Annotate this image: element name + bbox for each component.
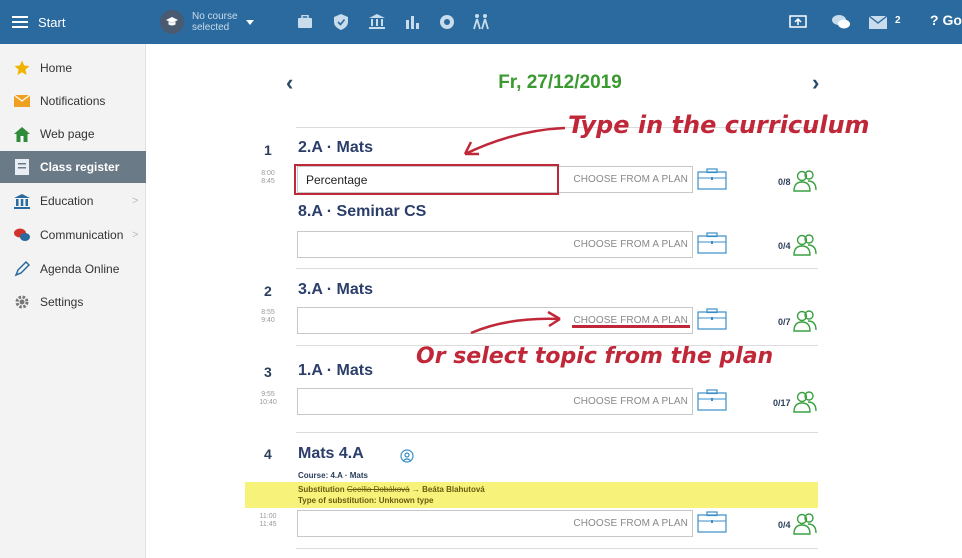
briefcase-icon[interactable] <box>697 232 727 254</box>
choose-from-plan-link[interactable]: CHOOSE FROM A PLAN <box>573 518 688 529</box>
top-bar: Start No course selected 2 ? Go <box>0 0 962 44</box>
mail-count-badge: 2 <box>895 15 901 26</box>
start-menu[interactable]: Start <box>0 0 146 44</box>
briefcase-icon[interactable] <box>697 389 727 411</box>
mail-icon[interactable] <box>868 13 888 31</box>
lesson-number: 4 <box>264 446 272 462</box>
lesson-time: 8:55 9:40 <box>261 309 275 324</box>
topic-input[interactable]: CHOOSE FROM A PLAN <box>297 510 693 537</box>
start-label: Start <box>38 14 66 30</box>
sidebar-item-home[interactable]: Home <box>0 54 146 82</box>
topic-input[interactable]: CHOOSE FROM A PLAN <box>297 388 693 415</box>
gear-icon <box>13 294 31 310</box>
headset-icon[interactable] <box>400 449 414 468</box>
people-icon[interactable] <box>793 513 817 535</box>
divider <box>296 432 818 433</box>
people-icon[interactable] <box>793 310 817 332</box>
annotation-arrow-icon <box>463 126 566 156</box>
choose-from-plan-link[interactable]: CHOOSE FROM A PLAN <box>573 174 688 185</box>
lesson-title: 8.A · Seminar CS <box>298 203 427 220</box>
choose-from-plan-link[interactable]: CHOOSE FROM A PLAN <box>573 239 688 250</box>
sidebar-item-notifications[interactable]: Notifications <box>0 87 146 115</box>
people-icon[interactable] <box>793 170 817 192</box>
chevron-down-icon <box>245 19 254 25</box>
sidebar-item-class-register[interactable]: Class register <box>0 151 146 183</box>
briefcase-icon[interactable] <box>697 168 727 190</box>
people-icon[interactable] <box>793 391 817 413</box>
date-navigation: ‹ Fr, 27/12/2019 › <box>280 70 840 100</box>
people-walk-icon[interactable] <box>470 13 492 31</box>
graduation-cap-icon <box>160 10 184 34</box>
annotation-select-plan: Or select topic from the plan <box>416 344 774 369</box>
highlight-box <box>294 164 559 195</box>
attendance-count: 0/4 <box>778 241 791 251</box>
substitution-notice: Substitution Cecília Dobáková → Beáta Bl… <box>245 482 818 508</box>
star-icon <box>13 60 31 76</box>
sidebar-item-communication[interactable]: Communication > <box>0 221 146 249</box>
chevron-right-icon: > <box>132 229 139 241</box>
chat-icon <box>13 227 31 243</box>
lesson-time: 9:55 10:40 <box>259 391 277 406</box>
lesson-title: 3.A · Mats <box>298 281 373 298</box>
sidebar: Home Notifications Web page Class regist… <box>0 44 146 558</box>
page-title: Fr, 27/12/2019 <box>498 72 622 93</box>
annotation-underline <box>572 325 690 328</box>
chevron-right-icon: > <box>132 195 139 207</box>
divider <box>296 548 818 549</box>
lesson-time: 11:00 11:45 <box>259 513 277 528</box>
briefcase-icon[interactable] <box>296 13 314 31</box>
sidebar-item-agenda-online[interactable]: Agenda Online <box>0 255 146 283</box>
chat-icon[interactable] <box>830 13 852 31</box>
bar-chart-icon[interactable] <box>403 13 421 31</box>
bank-icon <box>13 193 31 209</box>
lesson-number: 1 <box>264 142 272 158</box>
sidebar-item-settings[interactable]: Settings <box>0 288 146 316</box>
lesson-title: Mats 4.A <box>298 445 364 462</box>
lesson-time: 8:00 8:45 <box>261 170 275 185</box>
course-selector-text: No course selected <box>192 11 238 33</box>
attendance-count: 0/4 <box>778 520 791 530</box>
divider <box>296 268 818 269</box>
badge-icon[interactable] <box>438 13 456 31</box>
people-icon[interactable] <box>793 234 817 256</box>
substitution-line: Substitution Cecília Dobáková → Beáta Bl… <box>298 485 485 494</box>
screen-share-icon[interactable] <box>788 13 808 31</box>
course-selector[interactable]: No course selected <box>160 10 254 34</box>
choose-from-plan-link[interactable]: CHOOSE FROM A PLAN <box>573 396 688 407</box>
attendance-count: 0/8 <box>778 177 791 187</box>
shield-icon[interactable] <box>332 13 350 31</box>
attendance-count: 0/17 <box>773 398 791 408</box>
pen-icon <box>13 261 31 277</box>
annotation-arrow-icon <box>470 310 561 335</box>
hamburger-icon[interactable] <box>12 16 28 28</box>
register-icon <box>13 159 31 175</box>
next-day-button[interactable]: › <box>812 70 819 96</box>
house-icon <box>13 126 31 142</box>
sidebar-item-web-page[interactable]: Web page <box>0 120 146 148</box>
lesson-title: 1.A · Mats <box>298 362 373 379</box>
sidebar-item-education[interactable]: Education > <box>0 187 146 215</box>
topic-input[interactable]: CHOOSE FROM A PLAN <box>297 231 693 258</box>
briefcase-icon[interactable] <box>697 308 727 330</box>
help-button[interactable]: ? Go <box>930 12 962 28</box>
attendance-count: 0/7 <box>778 317 791 327</box>
bank-icon[interactable] <box>368 13 386 31</box>
annotation-type-in: Type in the curriculum <box>568 111 870 139</box>
envelope-icon <box>13 93 31 109</box>
lesson-title: 2.A · Mats <box>298 139 373 156</box>
briefcase-icon[interactable] <box>697 511 727 533</box>
substitution-type: Type of substitution: Unknown type <box>298 496 434 505</box>
course-line: Course: 4.A · Mats <box>298 471 368 480</box>
lesson-number: 3 <box>264 364 272 380</box>
lesson-number: 2 <box>264 283 272 299</box>
